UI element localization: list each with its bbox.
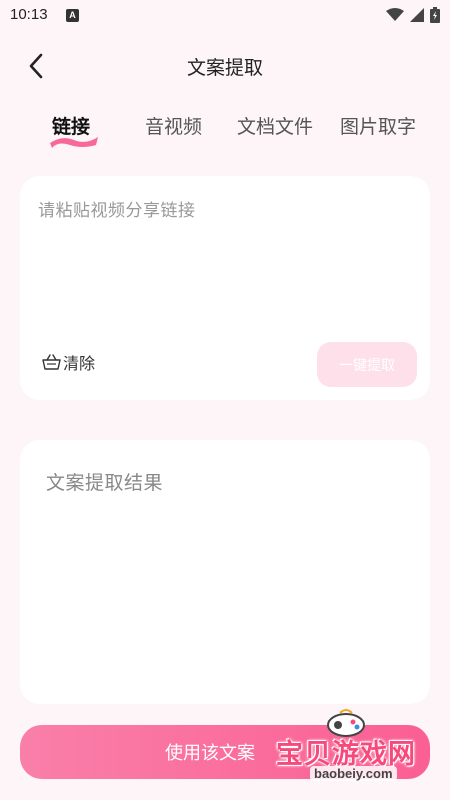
page-title: 文案提取 [186, 57, 263, 79]
clear-button[interactable]: 清除 [42, 350, 95, 374]
tab-link[interactable]: 链接 [50, 112, 98, 148]
battery-icon [430, 7, 440, 23]
link-input[interactable]: 请粘贴视频分享链接 [38, 196, 196, 221]
tab-document-file[interactable]: 文档文件 [237, 112, 313, 139]
wifi-icon [386, 8, 404, 21]
notification-badge: A [66, 9, 79, 22]
basket-icon [42, 354, 61, 370]
result-card: 文案提取结果 [20, 440, 430, 704]
clear-label: 清除 [63, 354, 96, 373]
status-icons [386, 7, 440, 23]
tab-audio-video[interactable]: 音视频 [145, 112, 202, 139]
extract-button[interactable]: 一键提取 [317, 342, 417, 387]
use-copy-label: 使用该文案 [165, 743, 255, 764]
tab-bar: 链接 音视频 文档文件 图片取字 [0, 112, 450, 148]
link-input-card: 请粘贴视频分享链接 清除 一键提取 [20, 176, 430, 400]
result-text[interactable]: 文案提取结果 [46, 468, 163, 495]
cell-signal-icon [410, 8, 424, 22]
status-bar: 10:13 A [0, 0, 450, 32]
tab-label: 链接 [52, 116, 91, 138]
status-time: 10:13 [10, 6, 48, 23]
use-copy-button[interactable]: 使用该文案 [20, 725, 430, 779]
app-header: 文案提取 [0, 40, 450, 90]
tab-image-text[interactable]: 图片取字 [340, 112, 416, 139]
